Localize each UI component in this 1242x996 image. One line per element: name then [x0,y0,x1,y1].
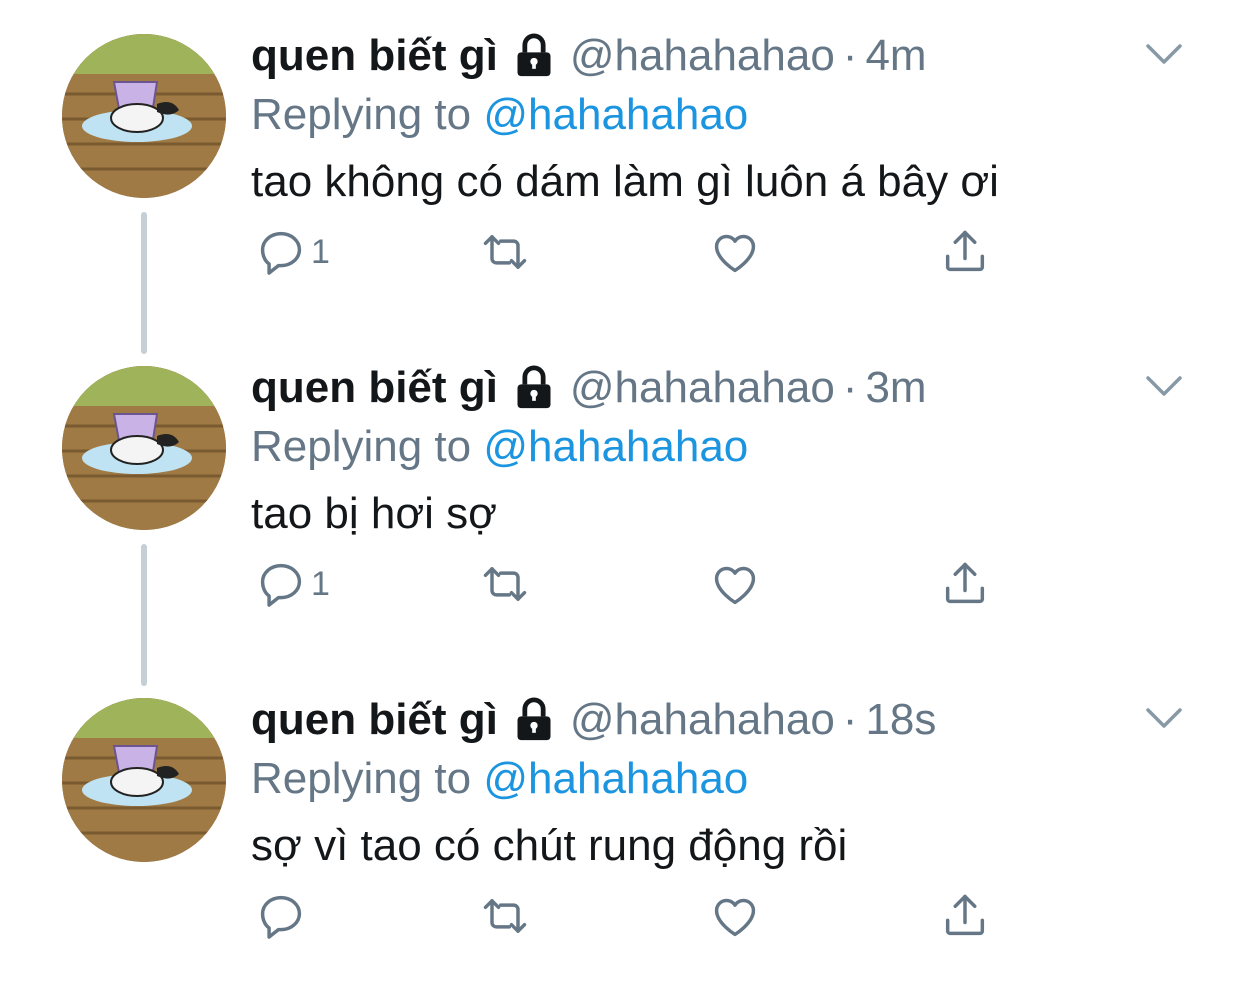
display-name[interactable]: quen biết gì [251,363,498,413]
replying-to-label: Replying to [251,90,472,139]
retweet-button[interactable] [479,886,531,946]
reply-to-handle[interactable]: @hahahahao [483,90,748,139]
chevron-down-icon[interactable] [1140,368,1188,404]
reply-count: 1 [311,564,330,603]
separator: · [842,363,858,412]
lock-icon [517,697,551,741]
lock-icon [517,33,551,77]
reply-icon [260,895,302,939]
avatar[interactable] [62,698,226,862]
display-name[interactable]: quen biết gì [251,695,498,745]
replying-to: Replying to @hahahahao [251,422,748,472]
share-icon [945,230,985,272]
like-button[interactable] [709,886,761,946]
reply-button[interactable]: 1 [255,222,330,282]
separator: · [842,695,858,744]
like-icon [714,566,756,605]
share-button[interactable] [939,886,991,946]
tweet-text: tao bị hơi sợ [251,489,498,538]
retweet-icon [483,567,527,601]
timestamp[interactable]: 18s [865,695,936,745]
avatar-image [62,366,226,530]
user-handle[interactable]: @hahahahao [570,31,835,81]
retweet-icon [483,235,527,269]
display-name[interactable]: quen biết gì [251,31,498,81]
user-handle[interactable]: @hahahahao [570,695,835,745]
share-icon [945,562,985,604]
retweet-button[interactable] [479,554,531,614]
like-button[interactable] [709,222,761,282]
timestamp[interactable]: 4m [865,31,926,81]
replying-to-label: Replying to [251,422,472,471]
retweet-icon [483,899,527,933]
retweet-button[interactable] [479,222,531,282]
tweet-actions: 1 [251,222,1011,282]
share-button[interactable] [939,554,991,614]
tweet-text: tao không có dám làm gì luôn á bây ơi [251,157,999,206]
share-icon [945,894,985,936]
lock-icon [517,365,551,409]
reply-icon [260,563,302,607]
reply-to-handle[interactable]: @hahahahao [483,422,748,471]
chevron-down-icon[interactable] [1140,700,1188,736]
replying-to: Replying to @hahahahao [251,90,748,140]
chevron-down-icon[interactable] [1140,36,1188,72]
like-button[interactable] [709,554,761,614]
tweet-actions: 1 [251,554,1011,614]
tweet-header: quen biết gì @hahahahao · 18s [251,692,936,748]
tweet-actions [251,886,1011,946]
avatar-image [62,698,226,862]
separator: · [842,31,858,80]
tweet-header: quen biết gì @hahahahao · 4m [251,28,927,84]
reply-to-handle[interactable]: @hahahahao [483,754,748,803]
avatar[interactable] [62,366,226,530]
tweet[interactable]: quen biết gì @hahahahao · 18s Replying t… [0,664,1242,996]
tweet[interactable]: quen biết gì @hahahahao · 4m Replying to… [0,0,1242,354]
replying-to-label: Replying to [251,754,472,803]
timestamp[interactable]: 3m [865,363,926,413]
tweet[interactable]: quen biết gì @hahahahao · 3m Replying to… [0,332,1242,686]
user-handle[interactable]: @hahahahao [570,363,835,413]
reply-count: 1 [311,232,330,271]
tweet-text: sợ vì tao có chút rung động rồi [251,821,848,870]
tweet-header: quen biết gì @hahahahao · 3m [251,360,927,416]
avatar[interactable] [62,34,226,198]
reply-icon [260,231,302,275]
avatar-image [62,34,226,198]
like-icon [714,898,756,937]
reply-button[interactable] [255,886,311,946]
like-icon [714,234,756,273]
replying-to: Replying to @hahahahao [251,754,748,804]
reply-button[interactable]: 1 [255,554,330,614]
share-button[interactable] [939,222,991,282]
